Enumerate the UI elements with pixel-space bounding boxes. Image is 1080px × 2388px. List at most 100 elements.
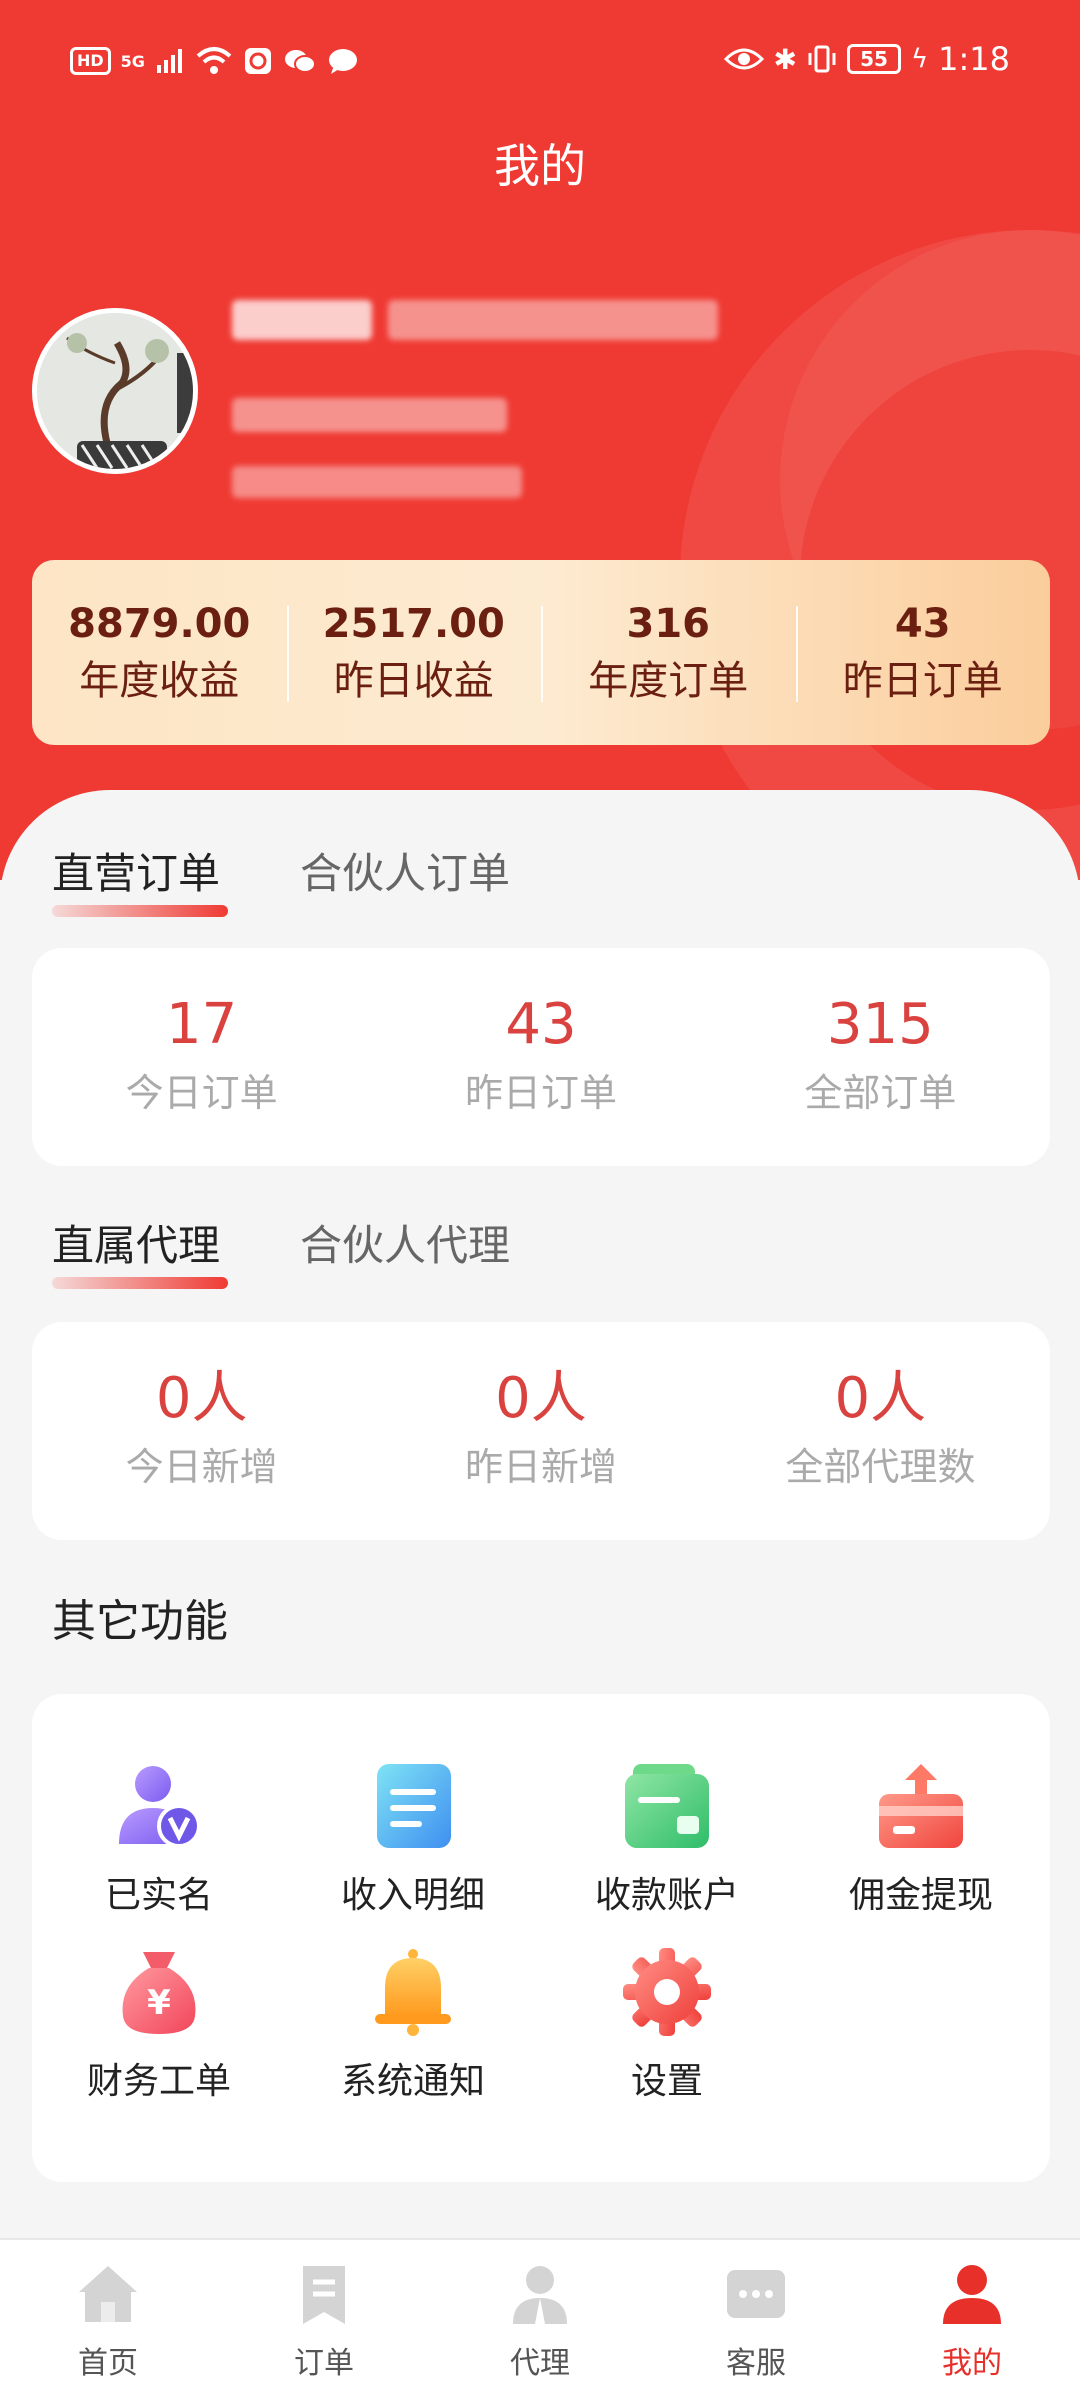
- metric-label: 今日订单: [125, 1071, 278, 1115]
- chat-icon: [727, 2270, 785, 2318]
- tabbar-customer-service[interactable]: 客服: [648, 2240, 864, 2388]
- metric-label: 全部代理数: [785, 1445, 976, 1489]
- func-finance-ticket[interactable]: ¥ 财务工单: [32, 1946, 286, 2104]
- status-bar: HD 5G ✱ 55 ϟ 1:18: [0, 0, 1080, 130]
- stat-label: 昨日收益: [333, 657, 494, 704]
- wechat-icon: [284, 50, 316, 73]
- vibrate-icon: [808, 45, 836, 73]
- header-decoration-ring: [680, 230, 1080, 880]
- func-label: 系统通知: [340, 2061, 485, 2102]
- metric-value: 0人: [834, 1366, 927, 1431]
- avatar-image: [37, 313, 193, 469]
- stat-yesterday-income[interactable]: 2517.00 昨日收益: [286, 596, 542, 710]
- app-notification-icon: [244, 48, 271, 74]
- metric-value: 0人: [155, 1366, 248, 1431]
- stat-label: 昨日订单: [842, 657, 1003, 704]
- func-label: 收入明细: [340, 1875, 485, 1916]
- func-label: 设置: [630, 2061, 703, 2102]
- charging-icon: ϟ: [910, 44, 929, 74]
- battery-indicator: 55: [846, 44, 901, 74]
- func-system-notice[interactable]: 系统通知: [286, 1946, 540, 2104]
- metric-label: 昨日新增: [464, 1445, 617, 1489]
- svg-text:¥: ¥: [147, 1983, 171, 2023]
- verified-user-icon: [119, 1766, 201, 1848]
- metric-all-orders[interactable]: 315 全部订单: [711, 989, 1050, 1125]
- signal-5g-label: 5G: [120, 51, 145, 71]
- hd-badge: HD: [70, 47, 111, 75]
- stat-value: 2517.00: [322, 600, 505, 647]
- metric-label: 今日新增: [125, 1445, 278, 1489]
- func-label: 佣金提现: [848, 1875, 993, 1916]
- tabbar-label: 我的: [942, 2346, 1002, 2381]
- phone-redacted: [232, 466, 522, 498]
- metric-yesterday-new-agents[interactable]: 0人 昨日新增: [371, 1363, 710, 1499]
- username-redacted-2: [388, 300, 718, 340]
- metric-total-agents[interactable]: 0人 全部代理数: [711, 1363, 1050, 1499]
- tab-partner-agents[interactable]: 合伙人代理: [300, 1212, 510, 1293]
- tabbar-label: 代理: [510, 2346, 570, 2381]
- metric-value: 43: [505, 992, 577, 1057]
- eye-comfort-icon: [723, 48, 764, 70]
- wifi-icon: [196, 47, 232, 74]
- tab-direct-agents[interactable]: 直属代理: [52, 1212, 229, 1293]
- stat-annual-income[interactable]: 8879.00 年度收益: [32, 596, 287, 710]
- func-label: 已实名: [104, 1875, 213, 1916]
- account-info-redacted: [232, 398, 507, 432]
- order-metrics-card: 17 今日订单 43 昨日订单 315 全部订单: [32, 948, 1050, 1166]
- func-commission-withdraw[interactable]: 佣金提现: [794, 1760, 1048, 1918]
- clock: 1:18: [938, 40, 1010, 78]
- other-functions-card: 已实名 收入明细 收款账户 佣金提现 ¥ 财务工单 系统通知 设置: [32, 1694, 1050, 2182]
- wallet-icon: [625, 1764, 709, 1848]
- metric-today-orders[interactable]: 17 今日订单: [32, 989, 371, 1125]
- other-functions-title: 其它功能: [52, 1596, 228, 1647]
- metric-label: 昨日订单: [464, 1071, 617, 1115]
- metric-value: 17: [166, 992, 238, 1057]
- tabbar-home[interactable]: 首页: [0, 2240, 216, 2388]
- metric-value: 0人: [495, 1366, 587, 1431]
- bluetooth-icon: ✱: [773, 42, 797, 76]
- income-detail-icon: [377, 1764, 451, 1848]
- profile-header: HD 5G ✱ 55 ϟ 1:18 我的: [0, 0, 1080, 880]
- metric-label: 全部订单: [804, 1071, 957, 1115]
- bell-icon: [375, 1949, 451, 2036]
- earnings-summary-card: 8879.00 年度收益 2517.00 昨日收益 316 年度订单 43 昨日…: [32, 560, 1050, 745]
- withdraw-icon: [879, 1764, 963, 1848]
- agent-tabs: 直属代理 合伙人代理: [52, 1212, 510, 1293]
- page-title: 我的: [494, 139, 586, 193]
- tabbar-orders[interactable]: 订单: [216, 2240, 432, 2388]
- metric-value: 315: [826, 992, 934, 1057]
- stat-value: 316: [626, 600, 711, 647]
- func-verified[interactable]: 已实名: [32, 1760, 286, 1918]
- metric-today-new-agents[interactable]: 0人 今日新增: [32, 1363, 371, 1499]
- stat-label: 年度订单: [588, 657, 749, 704]
- func-settings[interactable]: 设置: [540, 1946, 794, 2104]
- tabbar-label: 客服: [726, 2346, 786, 2381]
- profile-icon: [943, 2265, 1001, 2324]
- tabbar-label: 订单: [294, 2346, 354, 2381]
- money-bag-icon: ¥: [122, 1952, 196, 2034]
- username-redacted: [232, 300, 372, 340]
- order-tabs: 直营订单 合伙人订单: [52, 840, 510, 921]
- stat-value: 8879.00: [68, 600, 251, 647]
- tabbar-agents[interactable]: 代理: [432, 2240, 648, 2388]
- avatar[interactable]: [32, 308, 198, 474]
- func-payment-account[interactable]: 收款账户: [540, 1760, 794, 1918]
- tabbar-label: 首页: [78, 2346, 138, 2381]
- bottom-tab-bar: 首页 订单 代理 客服 我的: [0, 2238, 1080, 2388]
- stat-label: 年度收益: [79, 657, 240, 704]
- tab-partner-orders[interactable]: 合伙人订单: [300, 840, 510, 921]
- message-icon: [328, 49, 357, 74]
- func-label: 财务工单: [86, 2061, 231, 2102]
- func-label: 收款账户: [594, 1875, 739, 1916]
- stat-annual-orders[interactable]: 316 年度订单: [541, 596, 796, 710]
- order-icon: [303, 2266, 345, 2324]
- gear-icon: [623, 1948, 711, 2036]
- agent-icon: [513, 2266, 567, 2324]
- func-income-detail[interactable]: 收入明细: [286, 1760, 540, 1918]
- tabbar-profile[interactable]: 我的: [864, 2240, 1080, 2388]
- signal-icon: [156, 49, 182, 73]
- tab-direct-orders[interactable]: 直营订单: [52, 840, 229, 921]
- home-icon: [79, 2266, 137, 2322]
- metric-yesterday-orders[interactable]: 43 昨日订单: [371, 989, 710, 1125]
- stat-yesterday-orders[interactable]: 43 昨日订单: [795, 596, 1051, 710]
